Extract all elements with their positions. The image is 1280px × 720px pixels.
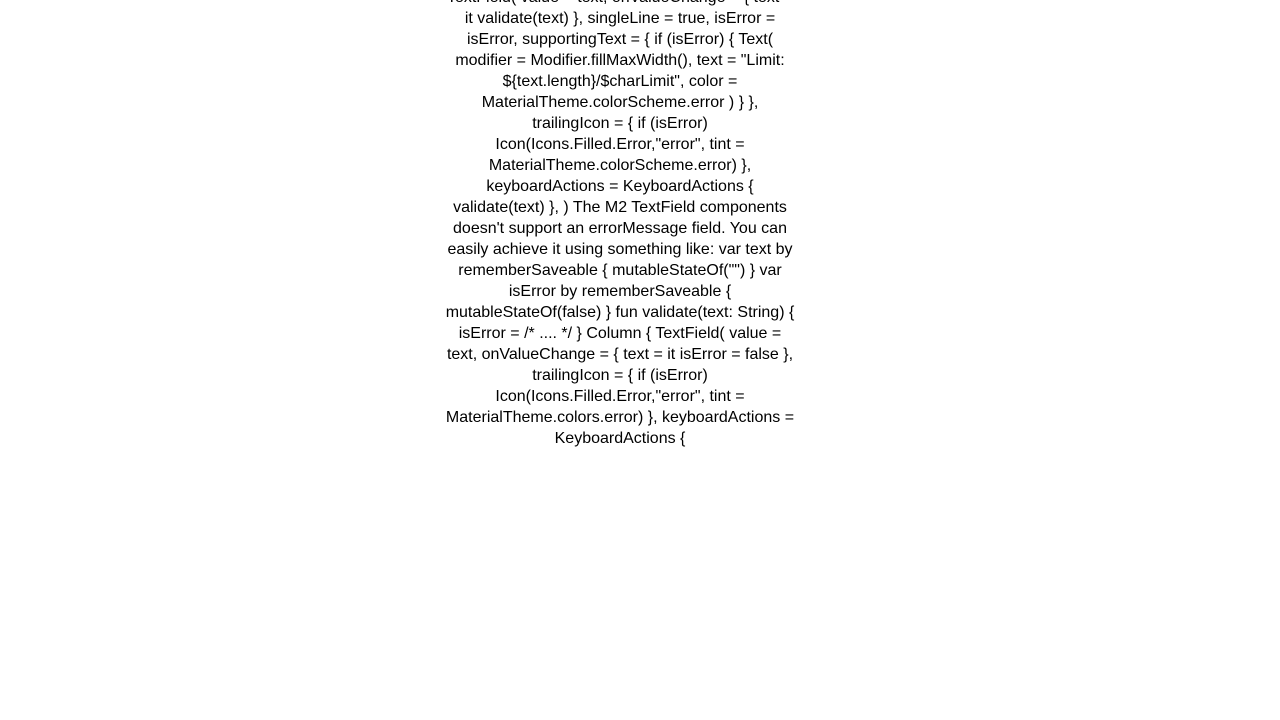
answer-body-text: TextField( value = text, onValueChange =… (445, 0, 795, 447)
page-viewport: TextField( value = text, onValueChange =… (0, 0, 1280, 720)
answer-content-column: TextField( value = text, onValueChange =… (445, 0, 795, 449)
